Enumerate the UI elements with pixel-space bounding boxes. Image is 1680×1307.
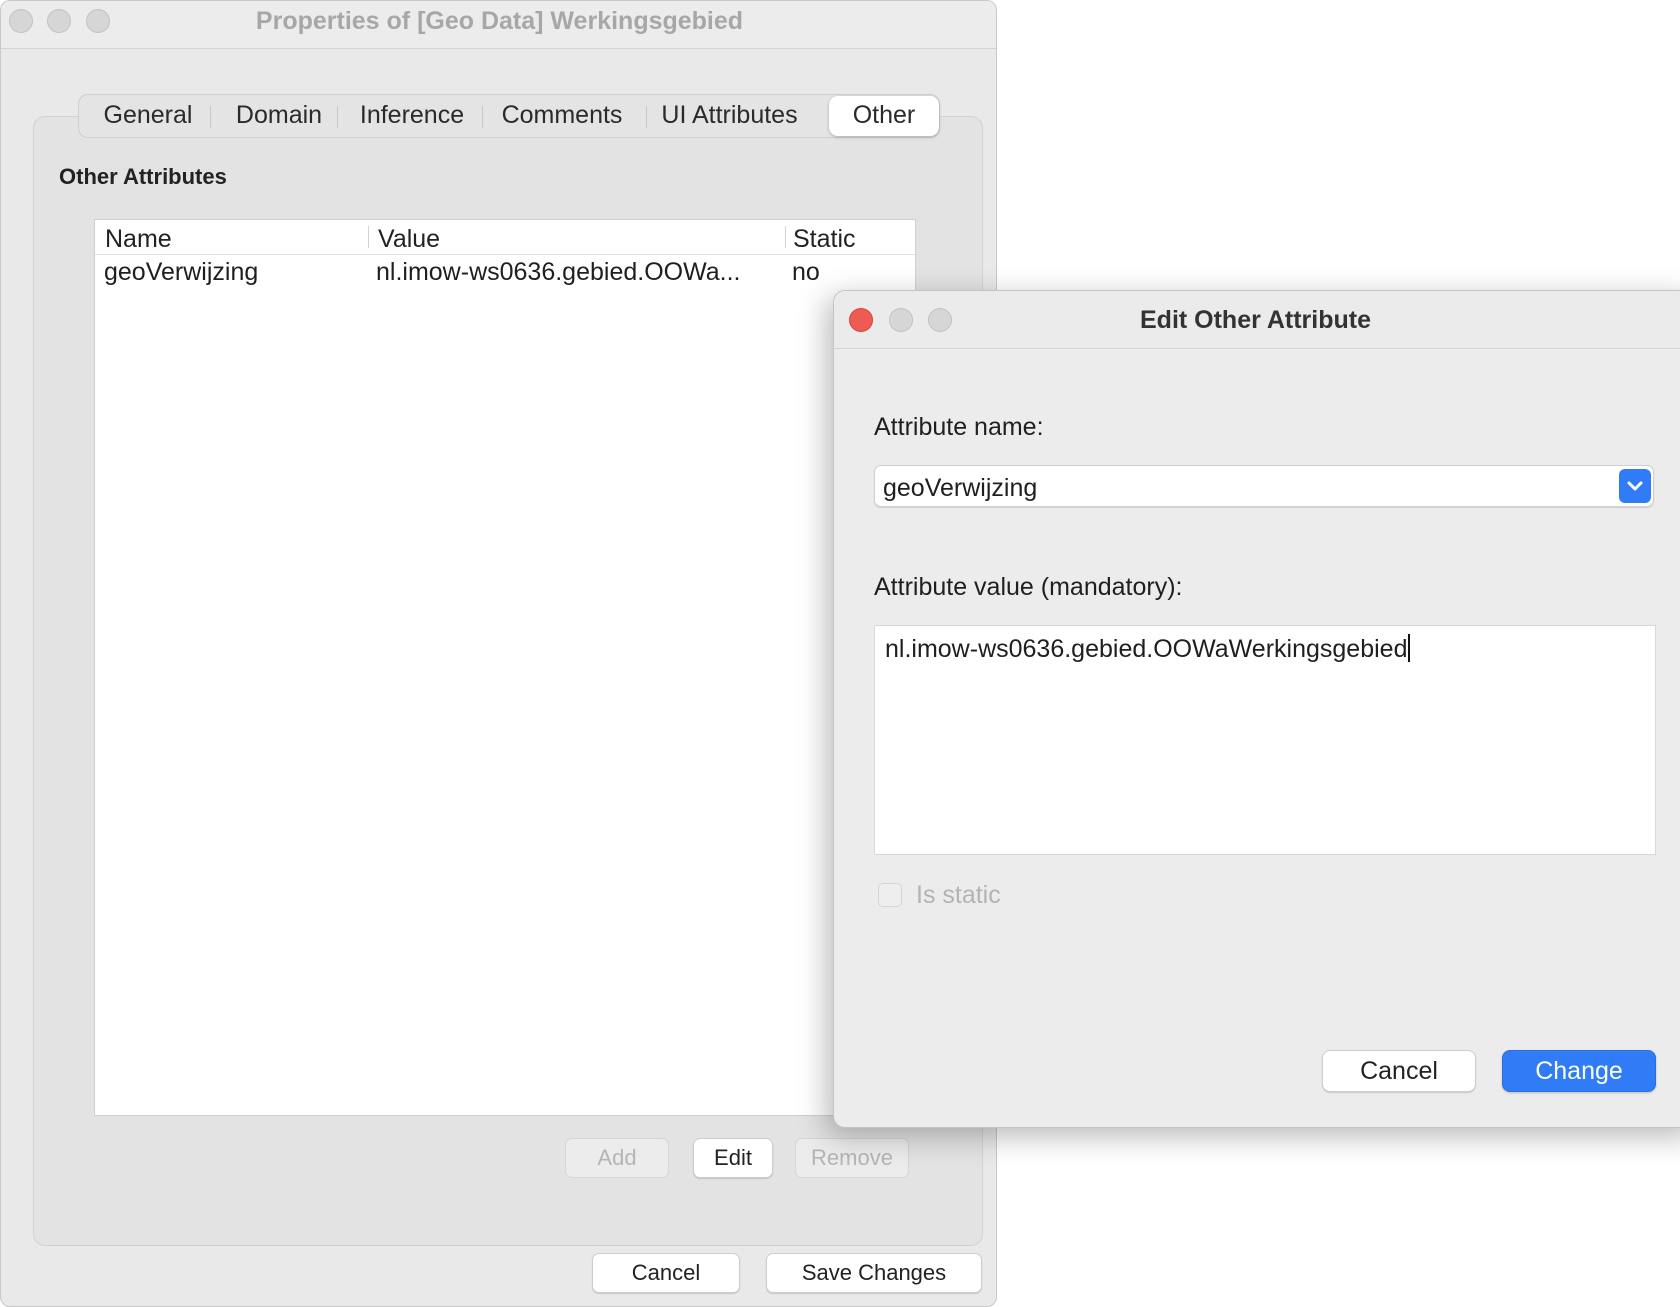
attribute-value-textarea[interactable]: nl.imow-ws0636.gebied.OOWaWerkingsgebied xyxy=(874,625,1656,855)
save-changes-button[interactable]: Save Changes xyxy=(766,1253,982,1293)
header-divider xyxy=(95,254,915,255)
cell-name: geoVerwijzing xyxy=(104,258,259,286)
change-button[interactable]: Change xyxy=(1502,1050,1656,1092)
tab-comments[interactable]: Comments xyxy=(482,95,642,137)
column-header-static[interactable]: Static xyxy=(793,220,903,254)
select-arrow[interactable] xyxy=(1619,469,1651,503)
cancel-button[interactable]: Cancel xyxy=(1322,1050,1476,1092)
zoom-button[interactable] xyxy=(928,308,952,332)
properties-titlebar: Properties of [Geo Data] Werkingsgebied xyxy=(1,1,996,49)
close-button[interactable] xyxy=(849,308,873,332)
attribute-name-select[interactable]: geoVerwijzing xyxy=(874,465,1654,507)
column-header-value[interactable]: Value xyxy=(378,220,768,254)
dialog-title: Edit Other Attribute xyxy=(1140,306,1372,334)
column-divider xyxy=(368,226,369,248)
column-divider xyxy=(785,226,786,248)
attribute-value-label: Attribute value (mandatory): xyxy=(874,573,1183,601)
attribute-value-text: nl.imow-ws0636.gebied.OOWaWerkingsgebied xyxy=(885,634,1411,664)
chevron-down-icon xyxy=(1627,481,1643,491)
dialog-titlebar: Edit Other Attribute xyxy=(834,291,1680,349)
cell-value: nl.imow-ws0636.gebied.OOWa... xyxy=(376,258,741,286)
selected-value: geoVerwijzing xyxy=(883,474,1038,502)
tab-general[interactable]: General xyxy=(81,95,215,137)
window-title: Properties of [Geo Data] Werkingsgebied xyxy=(255,7,744,35)
text-caret xyxy=(1408,634,1411,662)
section-title: Other Attributes xyxy=(59,164,227,189)
tab-inference[interactable]: Inference xyxy=(337,95,487,137)
add-button[interactable]: Add xyxy=(565,1138,669,1178)
tab-domain[interactable]: Domain xyxy=(211,95,347,137)
column-header-name[interactable]: Name xyxy=(105,220,355,254)
remove-button[interactable]: Remove xyxy=(795,1138,909,1178)
cell-static: no xyxy=(792,258,820,286)
other-attributes-table[interactable]: Name Value Static geoVerwijzing nl.imow-… xyxy=(94,219,916,1116)
minimize-button[interactable] xyxy=(889,308,913,332)
edit-button[interactable]: Edit xyxy=(693,1138,773,1178)
tab-other[interactable]: Other xyxy=(829,96,939,136)
is-static-label: Is static xyxy=(916,881,1001,909)
is-static-checkbox[interactable] xyxy=(878,883,902,907)
edit-attribute-dialog: Edit Other Attribute Attribute name: geo… xyxy=(833,290,1680,1128)
tab-bar: General Domain Inference Comments UI Att… xyxy=(78,94,940,138)
tab-ui-attributes[interactable]: UI Attributes xyxy=(647,95,812,137)
cancel-button[interactable]: Cancel xyxy=(592,1253,740,1293)
attribute-name-label: Attribute name: xyxy=(874,413,1044,441)
